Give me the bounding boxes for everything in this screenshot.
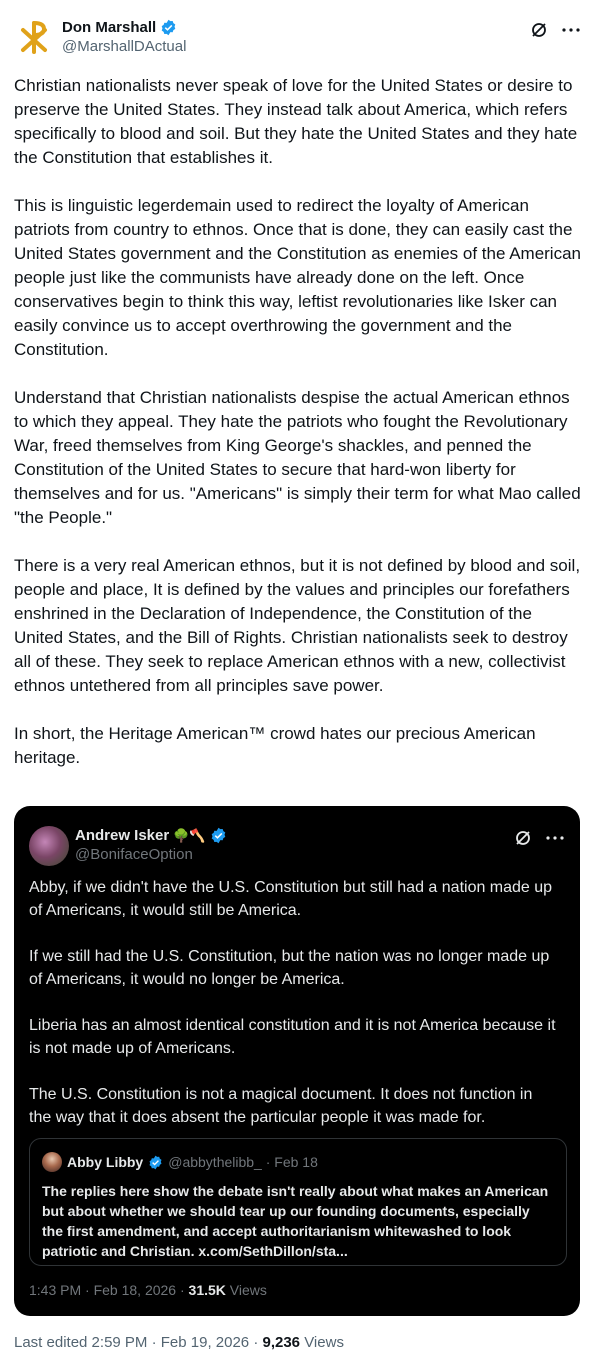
quoted-header: Andrew Isker 🌳🪓 @BonifaceOption <box>29 824 565 868</box>
views-label: Views <box>300 1334 344 1351</box>
post-paragraph: Christian nationalists never speak of lo… <box>14 76 582 167</box>
verified-badge-icon <box>161 19 176 36</box>
quoted-avatar[interactable] <box>29 826 69 866</box>
post-paragraph: In short, the Heritage American™ crowd h… <box>14 724 541 767</box>
quoted-post[interactable]: Andrew Isker 🌳🪓 @BonifaceOption Abby, if… <box>14 806 580 1316</box>
name-emojis: 🌳🪓 <box>173 828 206 843</box>
post-footer: Last edited 2:59 PM · Feb 19, 2026 · 9,2… <box>14 1334 344 1351</box>
quoted-display-name[interactable]: Andrew Isker <box>75 826 169 845</box>
inner-quoted-text: The replies here show the debate isn't r… <box>42 1183 549 1259</box>
header-actions <box>529 20 581 40</box>
quoted-names: Andrew Isker 🌳🪓 @BonifaceOption <box>75 826 227 864</box>
author-display-name[interactable]: Don Marshall <box>62 18 156 37</box>
quoted-display-name-row[interactable]: Andrew Isker 🌳🪓 <box>75 826 227 845</box>
verified-badge-icon <box>149 1155 162 1169</box>
quoted-body: Abby, if we didn't have the U.S. Constit… <box>29 876 559 1152</box>
quoted-actions <box>513 828 565 848</box>
post-paragraph: This is linguistic legerdemain used to r… <box>14 196 586 359</box>
verified-badge-icon <box>211 827 225 844</box>
post: Don Marshall @MarshallDActual Christian … <box>0 0 595 1366</box>
author-display-name-row[interactable]: Don Marshall <box>62 18 186 37</box>
grok-icon[interactable] <box>513 828 533 848</box>
more-options-icon[interactable] <box>561 20 581 40</box>
chi-rho-icon <box>21 21 47 54</box>
quoted-footer: 1:43 PM · Feb 18, 2026 · 31.5K Views <box>29 1282 267 1298</box>
post-paragraph: Understand that Christian nationalists d… <box>14 388 586 527</box>
avatar[interactable] <box>14 16 54 56</box>
quoted-views-count: 31.5K <box>188 1282 226 1298</box>
quoted-handle[interactable]: @BonifaceOption <box>75 845 227 864</box>
author-handle[interactable]: @MarshallDActual <box>62 37 186 56</box>
inner-quoted-header: Abby Libby @abbythelibb_ · Feb 18 <box>42 1152 554 1172</box>
more-options-icon[interactable] <box>545 828 565 848</box>
post-paragraph: There is a very real American ethnos, bu… <box>14 556 585 695</box>
quoted-timestamp[interactable]: 1:43 PM · Feb 18, 2026 · <box>29 1282 189 1298</box>
quoted-paragraph: If we still had the U.S. Constitution, b… <box>29 948 550 988</box>
inner-quoted-handle-date[interactable]: @abbythelibb_ · Feb 18 <box>168 1154 318 1170</box>
inner-quoted-avatar[interactable] <box>42 1152 62 1172</box>
post-body: Christian nationalists never speak of lo… <box>14 74 584 794</box>
edited-timestamp[interactable]: Last edited 2:59 PM · Feb 19, 2026 · <box>14 1334 262 1351</box>
author-names: Don Marshall @MarshallDActual <box>62 18 186 56</box>
grok-icon[interactable] <box>529 20 549 40</box>
quoted-paragraph: The U.S. Constitution is not a magical d… <box>29 1086 533 1126</box>
views-count: 9,236 <box>262 1334 301 1351</box>
quoted-paragraph: Liberia has an almost identical constitu… <box>29 1017 556 1057</box>
inner-quoted-display-name[interactable]: Abby Libby <box>67 1154 143 1170</box>
post-header: Don Marshall @MarshallDActual <box>14 14 581 60</box>
quoted-paragraph: Abby, if we didn't have the U.S. Constit… <box>29 879 553 919</box>
inner-quoted-post[interactable]: Abby Libby @abbythelibb_ · Feb 18 The re… <box>29 1138 567 1266</box>
quoted-views-label: Views <box>225 1282 267 1298</box>
